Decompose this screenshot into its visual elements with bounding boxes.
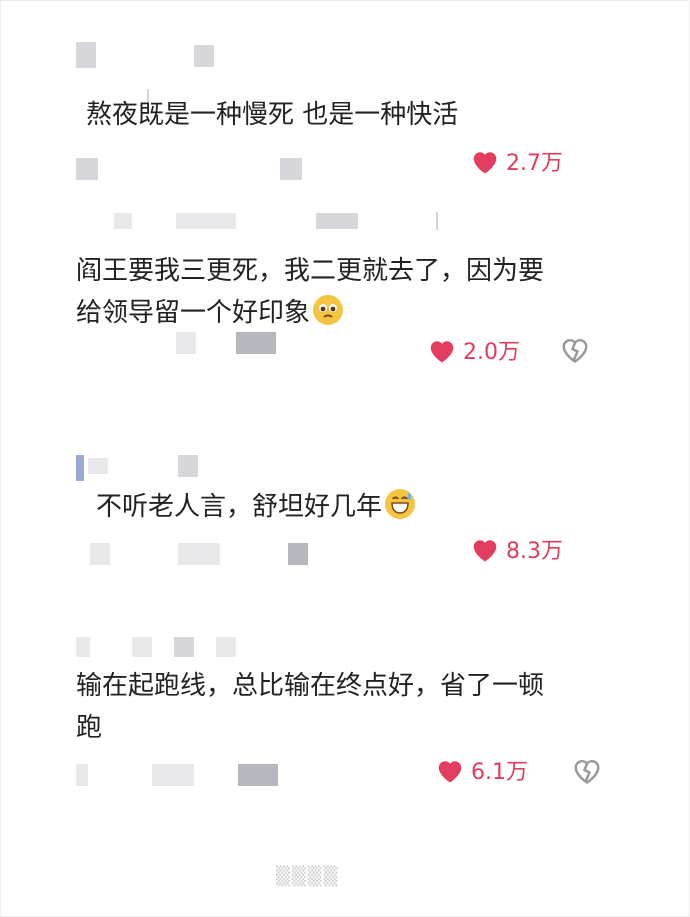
username-blur	[178, 455, 198, 477]
username-blur	[316, 213, 358, 229]
comment-text: 输在起跑线，总比输在终点好，省了一顿 跑	[76, 665, 636, 749]
meta-blur	[152, 764, 194, 786]
like-count: 6.1万	[471, 760, 528, 785]
username-blur	[76, 637, 90, 657]
username-blur	[216, 637, 236, 657]
username-blur	[174, 637, 194, 657]
username-blur	[114, 213, 132, 229]
comment-line: 熬夜既是一种慢死 也是一种快活	[86, 100, 459, 130]
heart-icon	[473, 540, 497, 562]
broken-heart-icon[interactable]	[572, 756, 602, 784]
pleading-face-emoji-icon	[313, 295, 344, 325]
comment-line: 跑	[76, 713, 103, 743]
meta-blur	[238, 764, 278, 786]
like-button[interactable]: 8.3万	[470, 533, 563, 565]
comment-text: 熬夜既是一种慢死 也是一种快活	[86, 94, 458, 136]
watermark: ▒▒▒▒	[276, 866, 340, 887]
meta-blur	[178, 543, 220, 565]
meta-blur	[236, 332, 276, 354]
comment-line: 阎王要我三更死，我二更就去了，因为要	[76, 256, 545, 286]
like-button[interactable]: 2.7万	[470, 145, 563, 177]
heart-icon	[473, 152, 497, 174]
heart-icon	[438, 761, 462, 783]
meta-blur	[280, 158, 302, 180]
like-count: 2.7万	[506, 151, 563, 176]
meta-blur	[76, 158, 98, 180]
comment-text: 阎王要我三更死，我二更就去了，因为要 给领导留一个好印象	[76, 250, 616, 334]
grinning-sweat-face-emoji-icon	[385, 489, 416, 519]
username-blur	[194, 45, 214, 67]
meta-blur	[288, 543, 308, 565]
comment-text: 不听老人言，舒坦好几年	[96, 486, 416, 528]
like-button[interactable]: 2.0万	[427, 334, 520, 366]
comment-line: 给领导留一个好印象	[76, 298, 311, 328]
comment-line: 输在起跑线，总比输在终点好，省了一顿	[76, 671, 545, 701]
like-count: 2.0万	[463, 340, 520, 365]
username-blur	[76, 455, 84, 481]
comment-line: 不听老人言，舒坦好几年	[96, 492, 383, 522]
username-blur	[176, 213, 236, 229]
meta-blur	[76, 764, 88, 786]
broken-heart-icon[interactable]	[560, 335, 590, 363]
meta-blur	[90, 543, 110, 565]
username-blur	[88, 458, 108, 474]
username-blur	[76, 42, 96, 68]
heart-icon	[430, 341, 454, 363]
username-blur	[132, 637, 152, 657]
decorative-mark	[436, 212, 438, 230]
comment-line-with-emoji: 给领导留一个好印象	[76, 292, 616, 334]
like-button[interactable]: 6.1万	[435, 754, 528, 786]
like-count: 8.3万	[506, 539, 563, 564]
meta-blur	[176, 332, 196, 354]
